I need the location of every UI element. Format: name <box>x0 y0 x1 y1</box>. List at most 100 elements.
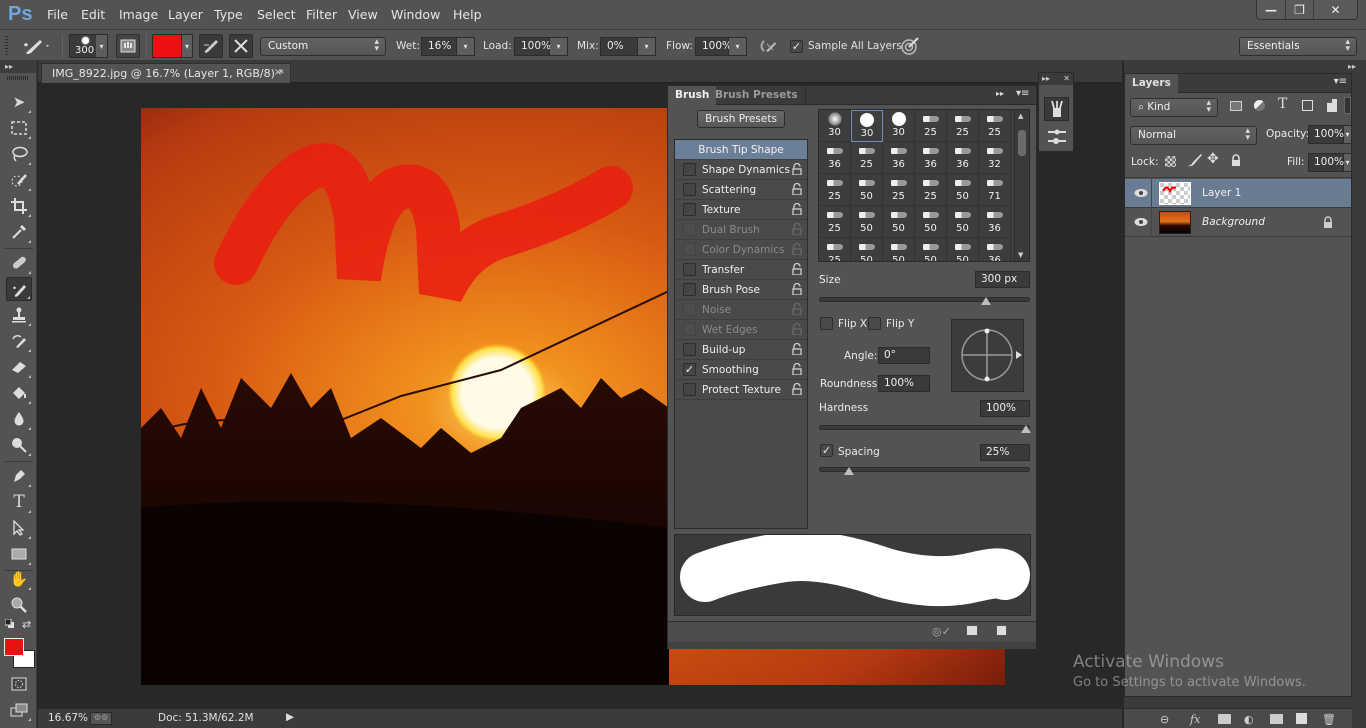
unlock-icon[interactable] <box>792 282 802 296</box>
scroll-up-icon[interactable]: ▲ <box>1018 112 1023 120</box>
brush-setting-noise[interactable]: Noise <box>675 300 807 320</box>
toggle-brush-panel-button[interactable] <box>116 34 140 58</box>
brush-tip-preset[interactable]: 50 <box>947 174 979 206</box>
size-slider-thumb[interactable] <box>980 297 991 305</box>
brush-tip-preset[interactable]: 30 <box>819 110 851 142</box>
brush-tip-preset[interactable]: 50 <box>851 206 883 238</box>
brush-setting-checkbox[interactable] <box>683 163 696 176</box>
lock-image-pixels-button[interactable] <box>1185 152 1203 171</box>
rectangle-tool[interactable] <box>6 542 32 566</box>
scroll-thumb[interactable] <box>1018 130 1026 156</box>
flip-x-checkbox[interactable] <box>820 317 833 330</box>
brush-tip-preset[interactable]: 32 <box>979 142 1011 174</box>
brush-setting-smoothing[interactable]: ✓ Smoothing <box>675 360 807 380</box>
mixer-brush-tool[interactable] <box>6 277 32 301</box>
size-field[interactable]: 300 px <box>975 271 1030 288</box>
unlock-icon[interactable] <box>792 342 802 356</box>
new-layer-icon[interactable] <box>1296 713 1307 724</box>
toggle-live-tip-preview-icon[interactable]: ◎✓ <box>932 625 951 638</box>
opacity-field[interactable]: 100% <box>1308 125 1344 144</box>
menu-help[interactable]: Help <box>453 7 482 22</box>
wet-field[interactable]: 16% <box>421 37 457 56</box>
flow-dropdown[interactable]: ▾ <box>729 37 747 56</box>
crop-tool[interactable] <box>6 194 32 218</box>
flip-y-checkbox[interactable] <box>868 317 881 330</box>
lasso-tool[interactable] <box>6 142 32 166</box>
default-colors-button[interactable] <box>4 618 15 629</box>
wet-dropdown[interactable]: ▾ <box>457 37 475 56</box>
brush-tip-preset[interactable]: 25 <box>947 110 979 142</box>
brush-tip-preset[interactable]: 36 <box>883 142 915 174</box>
brush-tip-scrollbar[interactable]: ▲ ▼ <box>1014 110 1029 261</box>
brush-setting-build-up[interactable]: Build-up <box>675 340 807 360</box>
menu-window[interactable]: Window <box>391 7 440 22</box>
collapse-panel-icon[interactable]: ▸▸ <box>996 89 1004 98</box>
new-adjustment-layer-icon[interactable]: ◐ <box>1244 713 1254 726</box>
tool-preset-picker[interactable] <box>20 36 52 56</box>
blending-combination-select[interactable]: Custom ▴ ▾ <box>260 37 386 56</box>
spacing-slider-thumb[interactable] <box>844 467 855 475</box>
size-slider[interactable] <box>819 297 1030 305</box>
brush-setting-protect-texture[interactable]: Protect Texture <box>675 380 807 400</box>
foreground-color-swatch[interactable] <box>4 638 24 656</box>
fill-dropdown[interactable]: ▾ <box>1344 153 1352 172</box>
zoom-tool[interactable] <box>6 593 32 617</box>
filter-shape-layers-icon[interactable] <box>1302 100 1313 111</box>
brush-tip-preset[interactable]: 50 <box>915 206 947 238</box>
create-new-brush-icon[interactable] <box>996 625 1007 636</box>
panel-menu-icon[interactable]: ▾≡ <box>1016 88 1029 99</box>
brush-picker-dropdown[interactable]: ▾ <box>96 34 108 58</box>
hardness-field[interactable]: 100% <box>980 400 1030 417</box>
hardness-slider[interactable] <box>819 425 1031 433</box>
load-field[interactable]: 100% <box>514 37 551 56</box>
dodge-tool[interactable] <box>6 433 32 457</box>
scroll-down-icon[interactable]: ▼ <box>1018 251 1023 259</box>
filter-pixel-layers-icon[interactable] <box>1230 101 1242 111</box>
brush-setting-checkbox[interactable] <box>683 263 696 276</box>
toolbox-collapse[interactable]: ▸▸ <box>0 61 36 73</box>
expand-panels-icon[interactable]: ▸▸ <box>1042 73 1050 85</box>
clean-brush-after-stroke-button[interactable] <box>229 34 253 58</box>
unlock-icon[interactable] <box>792 162 802 176</box>
brush-tip-preset[interactable]: 50 <box>851 238 883 261</box>
lock-transparent-pixels-icon[interactable] <box>1165 156 1176 167</box>
brush-setting-checkbox[interactable] <box>683 203 696 216</box>
brush-setting-checkbox[interactable] <box>683 183 696 196</box>
brush-tip-preset[interactable]: 25 <box>915 110 947 142</box>
load-brush-after-stroke-button[interactable] <box>199 34 223 58</box>
brush-presets-panel-button[interactable] <box>1047 128 1067 149</box>
menu-filter[interactable]: Filter <box>306 7 337 22</box>
spacing-slider[interactable] <box>819 467 1030 475</box>
marquee-tool[interactable] <box>6 116 32 140</box>
brush-setting-dual-brush[interactable]: Dual Brush <box>675 220 807 240</box>
visibility-eye-icon[interactable] <box>1134 217 1148 227</box>
paint-bucket-tool[interactable] <box>6 381 32 405</box>
color-swatch-dropdown[interactable]: ▾ <box>182 34 193 58</box>
brush-tip-preset[interactable]: 36 <box>915 142 947 174</box>
lock-all-icon[interactable] <box>1231 154 1241 166</box>
brush-setting-transfer[interactable]: Transfer <box>675 260 807 280</box>
pressure-size-button[interactable] <box>900 37 920 58</box>
options-bar-grip[interactable] <box>5 36 8 56</box>
unlock-icon[interactable] <box>792 202 802 216</box>
quick-selection-tool[interactable] <box>6 168 32 192</box>
brush-tip-preset[interactable]: 50 <box>947 238 979 261</box>
brush-setting-brush-tip-shape[interactable]: Brush Tip Shape <box>675 140 807 160</box>
unlock-icon[interactable] <box>792 182 802 196</box>
brush-tip-preset[interactable]: 25 <box>883 174 915 206</box>
brush-tip-preset[interactable]: 25 <box>819 206 851 238</box>
layer-row-layer-1[interactable]: Layer 1 <box>1125 179 1351 208</box>
layer-name[interactable]: Background <box>1202 216 1265 228</box>
sample-all-layers-checkbox[interactable]: ✓ <box>790 40 803 53</box>
brush-tip-preset[interactable]: 71 <box>979 174 1011 206</box>
brush-tip-preset[interactable]: 36 <box>979 238 1011 261</box>
unlock-icon[interactable] <box>792 262 802 276</box>
load-dropdown[interactable]: ▾ <box>550 37 568 56</box>
add-layer-mask-icon[interactable] <box>1218 714 1231 724</box>
visibility-eye-icon[interactable] <box>1134 188 1148 198</box>
layer-row-background[interactable]: Background <box>1125 208 1351 237</box>
layer-filter-select[interactable]: ⌕ Kind ▴ ▾ <box>1130 98 1218 117</box>
brush-tip-preset[interactable]: 50 <box>851 174 883 206</box>
brush-tip-preset[interactable]: 25 <box>851 142 883 174</box>
hardness-slider-thumb[interactable] <box>1021 425 1031 433</box>
